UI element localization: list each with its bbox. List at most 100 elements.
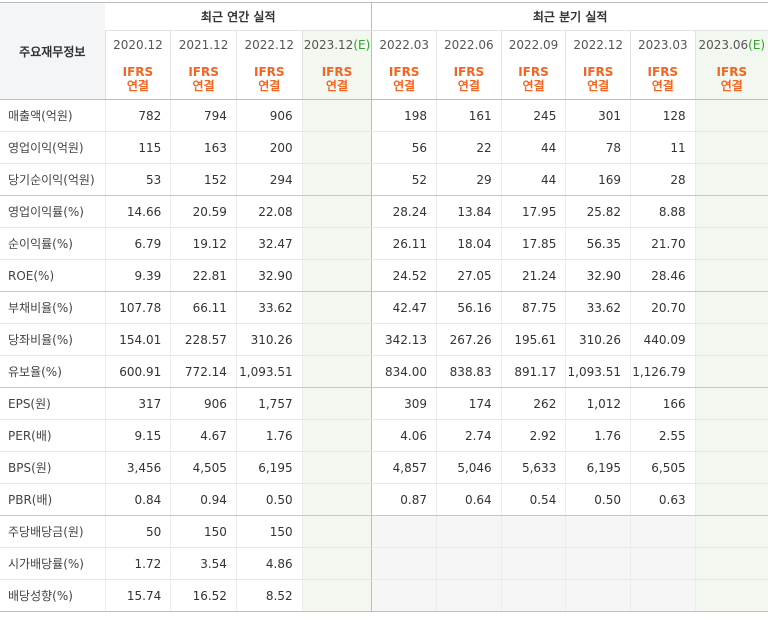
quarter-value-cell (694, 131, 768, 164)
annual-value-cell (301, 483, 372, 516)
accounting-basis-header: IFRS 연결 (629, 59, 696, 100)
row-label: 순이익률(%) (0, 227, 106, 260)
accounting-basis-header: IFRS 연결 (436, 59, 502, 100)
quarter-value-cell: 42.47 (371, 291, 437, 324)
annual-value-cell (301, 99, 372, 132)
quarter-group-header: 최근 분기 실적 (371, 2, 768, 31)
quarter-value-cell (500, 515, 566, 548)
annual-value-cell: 22.08 (235, 195, 303, 228)
annual-period-header: 2021.12 (170, 30, 237, 59)
quarter-value-cell: 834.00 (371, 355, 437, 388)
basis-standard: IFRS (321, 65, 353, 79)
annual-value-cell: 115 (104, 131, 171, 164)
quarter-value-cell (694, 579, 768, 612)
quarter-value-cell: 28 (629, 163, 696, 196)
annual-value-cell (301, 163, 372, 196)
annual-value-cell (301, 387, 372, 420)
quarter-value-cell (436, 579, 502, 612)
annual-value-cell: 906 (170, 387, 237, 420)
row-label: 당기순이익(억원) (0, 163, 106, 196)
period-label: 2022.03 (379, 38, 429, 52)
quarter-value-cell (694, 323, 768, 356)
accounting-basis-header: IFRS 연결 (170, 59, 237, 100)
basis-standard: IFRS (388, 65, 420, 79)
quarter-value-cell (565, 547, 631, 580)
quarter-period-header: 2022.03 (371, 30, 437, 59)
quarter-value-cell: 17.85 (500, 227, 566, 260)
quarter-value-cell (694, 355, 768, 388)
annual-value-cell: 32.47 (235, 227, 303, 260)
annual-period-header: 2020.12 (104, 30, 171, 59)
quarter-value-cell: 29 (436, 163, 502, 196)
basis-standard: IFRS (188, 65, 219, 79)
table-row: 당기순이익(억원) 53 152 294 52 29 44 169 28 (0, 163, 768, 196)
table-row: PER(배) 9.15 4.67 1.76 4.06 2.74 2.92 1.76 2.55 (0, 419, 768, 452)
quarter-value-cell: 8.88 (629, 195, 696, 228)
annual-value-cell: 16.52 (170, 579, 237, 612)
basis-consolidated: 연결 (325, 79, 349, 93)
quarter-value-cell: 21.24 (500, 259, 566, 292)
quarter-value-cell (565, 515, 631, 548)
annual-value-cell: 8.52 (235, 579, 303, 612)
quarter-value-cell: 26.11 (371, 227, 437, 260)
quarter-value-cell (694, 387, 768, 420)
table-row: 부채비율(%) 107.78 66.11 33.62 42.47 56.16 87.75 33… (0, 291, 768, 324)
annual-value-cell (301, 195, 372, 228)
annual-value-cell: 32.90 (235, 259, 303, 292)
quarter-value-cell: 2.55 (629, 419, 696, 452)
annual-value-cell: 294 (235, 163, 303, 196)
quarter-value-cell: 25.82 (565, 195, 631, 228)
table-row: 매출액(억원) 782 794 906 198 161 245 301 128 (0, 99, 768, 132)
annual-value-cell (301, 451, 372, 484)
quarter-value-cell: 21.70 (629, 227, 696, 260)
annual-value-cell: 9.15 (104, 419, 171, 452)
annual-value-cell: 3,456 (104, 451, 171, 484)
quarter-value-cell (694, 259, 768, 292)
annual-value-cell: 4.86 (235, 547, 303, 580)
quarter-value-cell: 13.84 (436, 195, 502, 228)
annual-value-cell (301, 227, 372, 260)
annual-value-cell: 0.94 (170, 483, 237, 516)
period-label: 2022.09 (508, 38, 559, 52)
quarter-value-cell: 44 (500, 163, 566, 196)
row-label: ROE(%) (0, 259, 106, 292)
quarter-value-cell (565, 579, 631, 612)
quarter-value-cell: 6,505 (629, 451, 696, 484)
annual-value-cell (301, 259, 372, 292)
quarter-value-cell: 161 (436, 99, 502, 132)
annual-value-cell (301, 323, 372, 356)
quarter-value-cell: 18.04 (436, 227, 502, 260)
quarter-value-cell: 0.54 (500, 483, 566, 516)
annual-value-cell: 15.74 (104, 579, 171, 612)
quarter-value-cell: 78 (565, 131, 631, 164)
quarter-value-cell: 128 (629, 99, 696, 132)
annual-value-cell: 228.57 (170, 323, 237, 356)
quarter-value-cell: 1.76 (565, 419, 631, 452)
annual-value-cell: 1.72 (104, 547, 171, 580)
accounting-basis-header: IFRS 연결 (371, 59, 437, 100)
annual-value-cell (301, 291, 372, 324)
annual-value-cell: 163 (170, 131, 237, 164)
quarter-value-cell: 1,126.79 (629, 355, 696, 388)
quarter-value-cell (694, 195, 768, 228)
annual-group-header: 최근 연간 실적 (105, 2, 372, 31)
annual-value-cell: 152 (170, 163, 237, 196)
annual-value-cell: 9.39 (104, 259, 171, 292)
quarter-value-cell (694, 419, 768, 452)
row-label: 유보율(%) (0, 355, 106, 388)
quarter-value-cell: 4.06 (371, 419, 437, 452)
row-label: BPS(원) (0, 451, 106, 484)
quarter-value-cell: 52 (371, 163, 437, 196)
table-row: 순이익률(%) 6.79 19.12 32.47 26.11 18.04 17.85 56.3… (0, 227, 768, 260)
annual-value-cell: 3.54 (170, 547, 237, 580)
annual-value-cell (301, 419, 372, 452)
period-label: 2022.12 (244, 38, 295, 52)
quarter-value-cell: 28.24 (371, 195, 437, 228)
accounting-basis-header: IFRS 연결 (565, 59, 631, 100)
quarter-value-cell (694, 483, 768, 516)
quarter-value-cell: 27.05 (436, 259, 502, 292)
quarter-value-cell: 24.52 (371, 259, 437, 292)
annual-value-cell (301, 355, 372, 388)
quarter-value-cell: 33.62 (565, 291, 631, 324)
annual-period-header: 2023.12(E) (301, 30, 372, 59)
